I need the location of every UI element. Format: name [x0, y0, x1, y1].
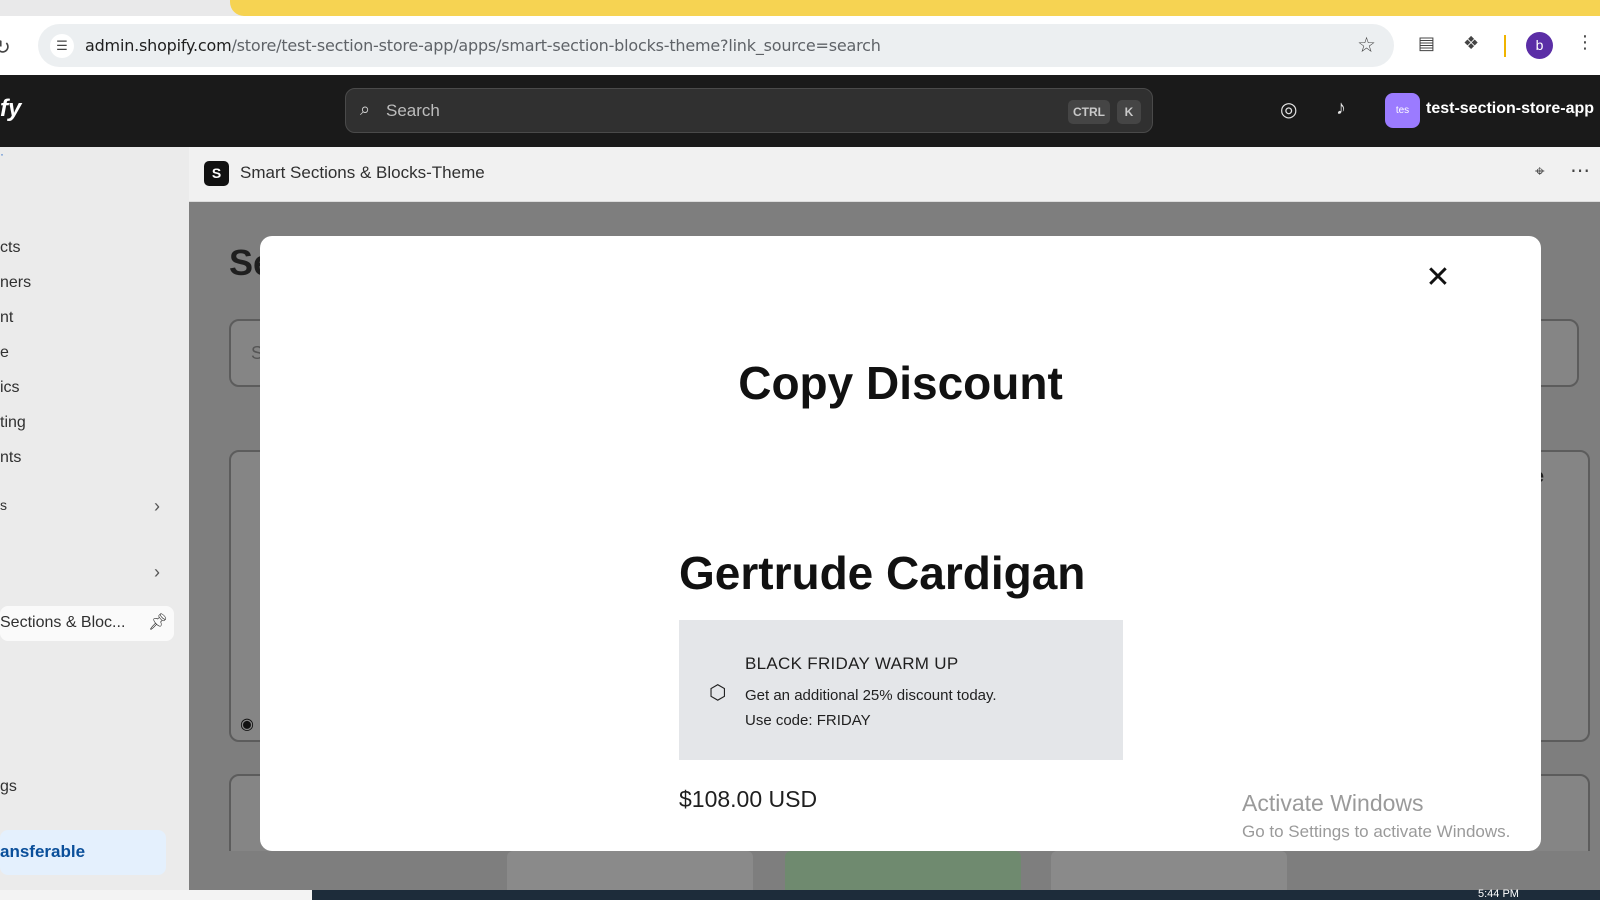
shopify-logo[interactable]: fy	[0, 95, 21, 123]
sidebar-promo-label: ansferable	[0, 842, 86, 861]
close-icon[interactable]: ✕	[1420, 260, 1456, 296]
sidebar-item-settings[interactable]: gs	[0, 778, 17, 796]
extensions-puzzle-icon[interactable]: ❖	[1463, 33, 1479, 54]
url-host: admin.shopify.com	[85, 36, 232, 55]
app-header: S Smart Sections & Blocks-Theme ⌖ ⋯	[189, 147, 1600, 202]
admin-search-input[interactable]: ⌕ Search CTRL K	[345, 88, 1153, 133]
sidebar-item-analytics[interactable]: ics	[0, 379, 20, 397]
sidebar-item-content[interactable]: nt	[0, 309, 13, 327]
site-info-icon[interactable]: ☰	[50, 34, 74, 58]
sidebar-promo-non-transferable[interactable]: ansferable	[0, 830, 166, 875]
template-thumbnail	[507, 851, 753, 890]
modal-title: Copy Discount	[738, 357, 1063, 409]
product-price: $108.00 USD	[679, 786, 818, 812]
sidebar-item-finance[interactable]: e	[0, 344, 9, 362]
shortcut-k-key: K	[1117, 100, 1141, 124]
sidebar-item-customers[interactable]: ners	[0, 274, 31, 292]
chevron-right-icon[interactable]: ›	[154, 562, 160, 583]
admin-sidebar: · cts ners nt e ics ting nts s › › Secti…	[0, 147, 189, 890]
chevron-right-icon[interactable]: ›	[154, 496, 160, 517]
sidebar-item-discounts[interactable]: nts	[0, 449, 21, 467]
copy-discount-modal: ✕ Copy Discount Gertrude Cardigan ⬡ BLAC…	[260, 236, 1541, 851]
windows-watermark-subtitle: Go to Settings to activate Windows.	[1242, 822, 1511, 841]
discount-title: BLACK FRIDAY WARM UP	[745, 654, 959, 673]
sidebar-item-label: Sections & Bloc...	[0, 614, 126, 631]
discount-code-text: Use code: FRIDAY	[745, 712, 871, 729]
store-name[interactable]: test-section-store-app	[1426, 100, 1594, 118]
address-bar[interactable]: ☰ admin.shopify.com/store/test-section-s…	[38, 24, 1394, 67]
tag-icon: ⬡	[709, 682, 727, 704]
sidebar-item-marketing[interactable]: ting	[0, 414, 26, 432]
active-tab-highlight[interactable]	[230, 0, 1600, 16]
extension-pdf-icon[interactable]: ▤	[1418, 33, 1435, 54]
template-thumbnail	[1051, 851, 1287, 890]
sidekick-icon[interactable]: ◎	[1280, 97, 1297, 122]
background-thumbnail-strip	[189, 851, 1600, 890]
bookmark-star-icon[interactable]: ☆	[1357, 33, 1376, 58]
template-thumbnail	[785, 851, 1021, 890]
pin-icon[interactable]: 📌︎	[148, 612, 168, 632]
sidebar-item-sales-channels[interactable]: s	[0, 497, 7, 513]
notifications-bell-icon[interactable]: ♪	[1336, 97, 1346, 120]
store-avatar[interactable]: tes	[1385, 93, 1420, 128]
eye-icon: ◉	[240, 716, 254, 733]
discount-banner[interactable]: ⬡ BLACK FRIDAY WARM UP Get an additional…	[679, 620, 1123, 760]
sidebar-indicator: ·	[0, 147, 4, 161]
search-icon: ⌕	[360, 99, 371, 119]
taskbar-search-area[interactable]	[0, 890, 312, 900]
browser-menu-icon[interactable]: ⋮	[1576, 32, 1594, 53]
taskbar-clock[interactable]: 5:44 PM	[1478, 888, 1519, 900]
discount-description: Get an additional 25% discount today.	[745, 687, 997, 704]
reload-icon[interactable]: ↻	[0, 35, 11, 60]
toolbar-divider	[1504, 35, 1506, 57]
windows-watermark-title: Activate Windows	[1242, 790, 1424, 816]
more-options-icon[interactable]: ⋯	[1570, 158, 1591, 183]
profile-avatar[interactable]: b	[1526, 32, 1553, 59]
windows-taskbar: 5:44 PM	[0, 888, 1600, 900]
sidebar-item-products[interactable]: cts	[0, 239, 20, 257]
url-text[interactable]: admin.shopify.com/store/test-section-sto…	[85, 36, 881, 55]
app-logo: S	[204, 161, 229, 186]
pin-app-icon[interactable]: ⌖	[1535, 162, 1545, 182]
sidebar-item-smart-sections[interactable]: Sections & Bloc... 📌︎	[0, 606, 174, 641]
browser-toolbar: ↻ ☰ admin.shopify.com/store/test-section…	[0, 16, 1600, 75]
search-placeholder: Search	[386, 101, 440, 120]
url-path: /store/test-section-store-app/apps/smart…	[231, 36, 881, 55]
shopify-topbar: fy ⌕ Search CTRL K ◎ ♪ tes test-section-…	[0, 75, 1600, 147]
browser-tabstrip	[0, 0, 1600, 16]
shortcut-ctrl-key: CTRL	[1068, 100, 1110, 124]
product-title: Gertrude Cardigan	[679, 547, 1086, 599]
app-title: Smart Sections & Blocks-Theme	[240, 163, 485, 182]
